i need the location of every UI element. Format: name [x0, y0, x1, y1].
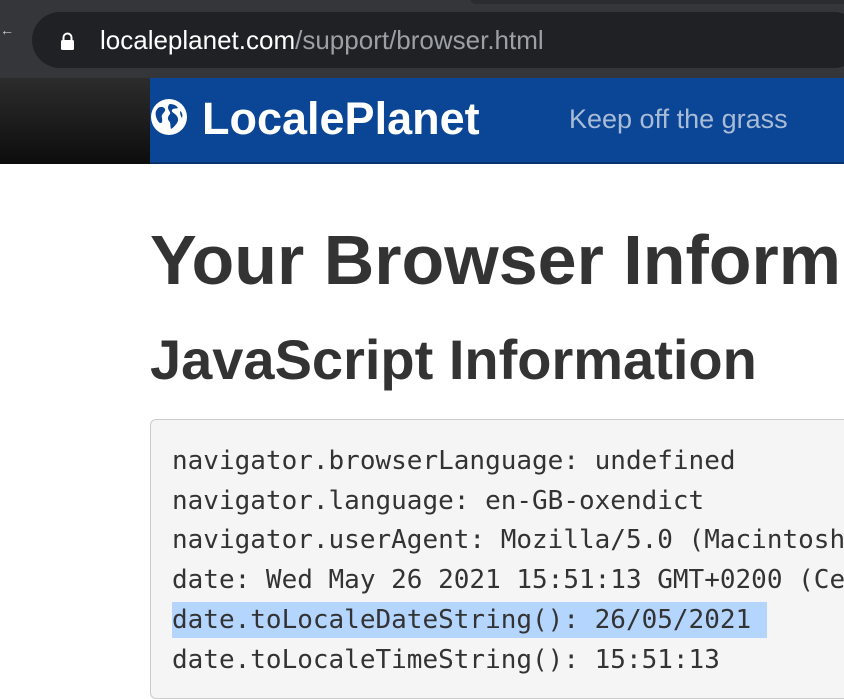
code-line-browser-language: navigator.browserLanguage: undefined	[172, 446, 736, 476]
url-path: /support/browser.html	[295, 25, 544, 55]
page-title: Your Browser Inform	[150, 221, 842, 299]
url-text[interactable]: localeplanet.com/support/browser.html	[100, 22, 544, 58]
tagline: Keep off the grass	[569, 104, 788, 134]
code-line-date: date: Wed May 26 2021 15:51:13 GMT+0200 …	[172, 565, 844, 595]
header-left-panel	[0, 78, 150, 164]
code-line-locale-date: date.toLocaleDateString(): 26/05/2021	[172, 602, 768, 638]
brand-name[interactable]: LocalePlanet	[202, 92, 480, 146]
section-title: JavaScript Information	[150, 328, 757, 391]
browser-tab-strip[interactable]	[470, 0, 844, 4]
code-line-language: navigator.language: en-GB-oxendict	[172, 486, 705, 516]
back-arrow-icon[interactable]: ←	[0, 22, 14, 38]
code-line-locale-time: date.toLocaleTimeString(): 15:51:13	[172, 645, 720, 675]
globe-icon[interactable]	[150, 98, 188, 136]
lock-icon[interactable]	[60, 32, 75, 51]
url-host: localeplanet.com	[100, 25, 296, 55]
code-line-user-agent: navigator.userAgent: Mozilla/5.0 (Macint…	[172, 525, 844, 555]
